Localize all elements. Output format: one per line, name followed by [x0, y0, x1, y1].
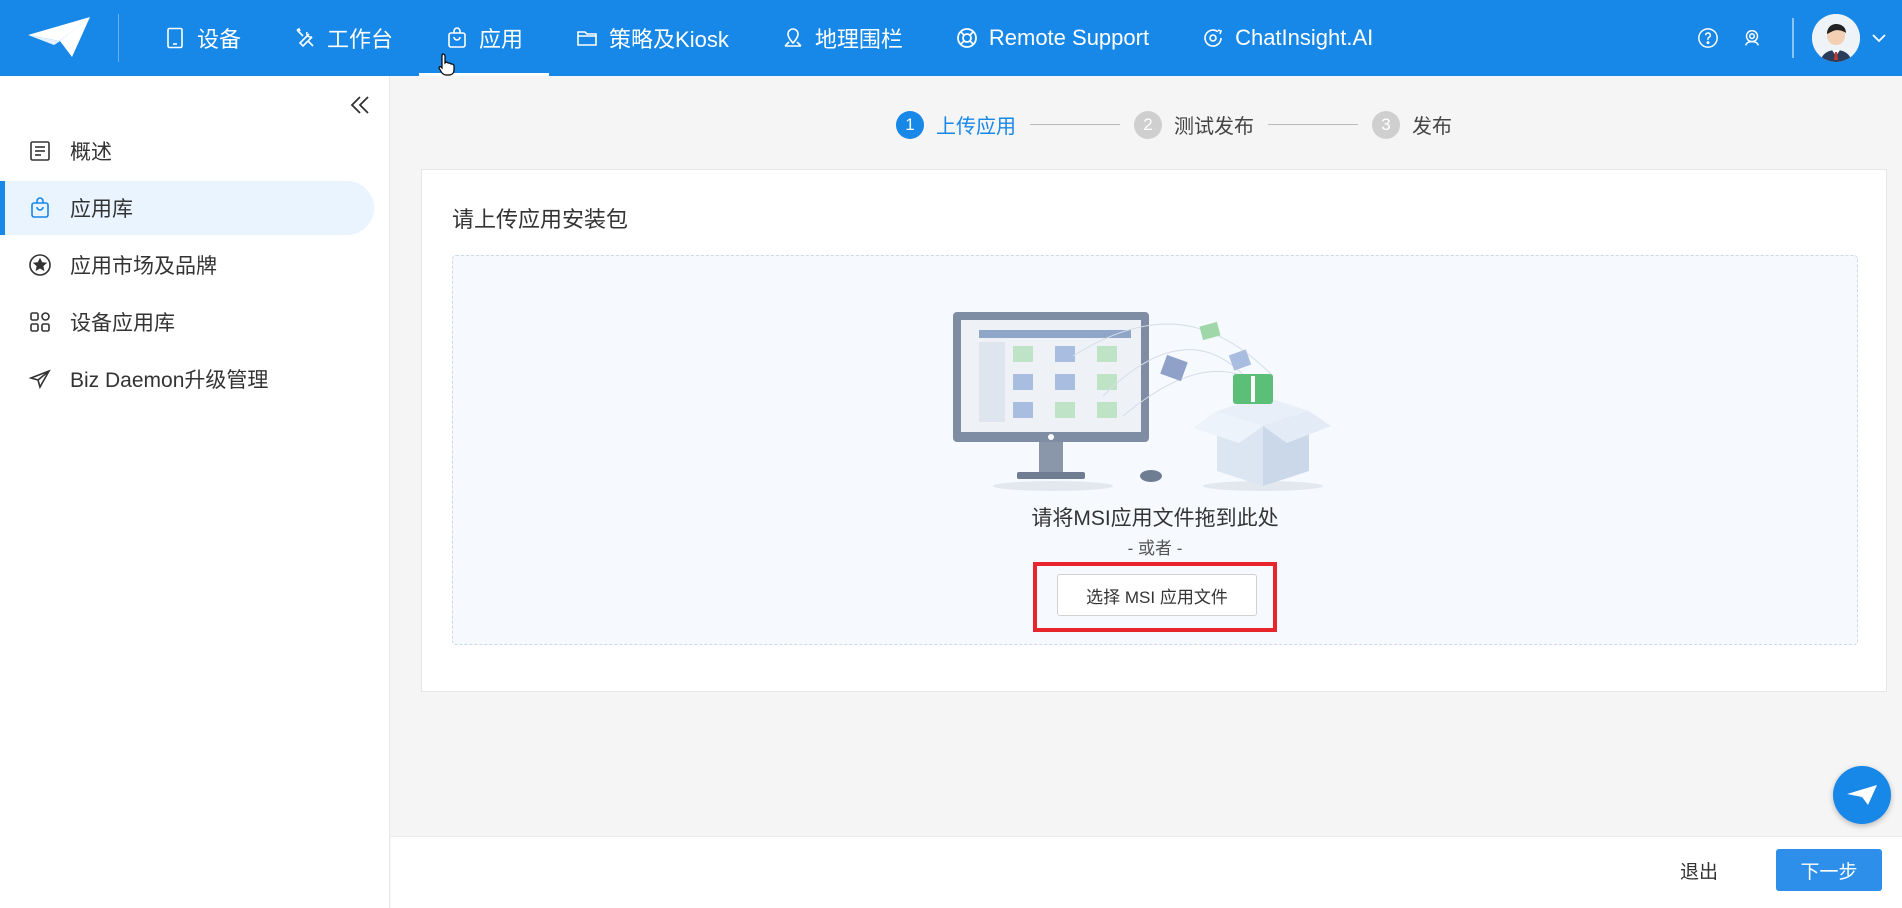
- nav-workbench[interactable]: 工作台: [267, 0, 419, 76]
- sidebar-item-overview[interactable]: 概述: [0, 124, 374, 178]
- sidebar-item-label: 应用库: [70, 198, 133, 221]
- collapse-sidebar-button[interactable]: [345, 90, 375, 120]
- avatar-person-icon: [1812, 14, 1860, 62]
- user-avatar[interactable]: [1812, 14, 1860, 62]
- choose-msi-file-button[interactable]: 选择 MSI 应用文件: [1057, 574, 1257, 616]
- support-button[interactable]: [1730, 16, 1774, 60]
- send-icon: [28, 369, 51, 390]
- upload-title: 请上传应用安装包: [452, 207, 629, 232]
- nav-label: 工作台: [327, 27, 394, 52]
- user-menu-chevron[interactable]: [1868, 27, 1890, 49]
- sidebar: 概述 应用库 应用市场及品牌 设备应用库 Biz Daemon升级管理: [0, 76, 390, 908]
- nav-policy-kiosk[interactable]: 策略及Kiosk: [549, 0, 755, 76]
- double-chevron-left-icon: [350, 96, 369, 114]
- upload-illustration-icon: [953, 312, 1331, 491]
- floating-assistant-button[interactable]: [1833, 766, 1891, 824]
- paper-plane-icon: [1847, 785, 1877, 805]
- logo[interactable]: [0, 0, 118, 76]
- sidebar-item-label: 概述: [70, 141, 112, 164]
- main-nav: 设备 工作台 应用 策略及Kiosk 地理围栏 Remote Support C…: [137, 0, 1399, 76]
- nav-label: Remote Support: [988, 25, 1150, 50]
- step-label: 测试发布: [1174, 116, 1254, 138]
- apps-grid-icon: [30, 312, 50, 332]
- bag-icon: [31, 197, 49, 218]
- ai-chat-icon: [1204, 29, 1223, 47]
- nav-label: 设备: [197, 27, 242, 52]
- step-number: 1: [896, 110, 924, 139]
- sidebar-item-label: 应用市场及品牌: [70, 255, 217, 278]
- step-label: 上传应用: [936, 116, 1016, 138]
- top-right-tools: [1686, 0, 1902, 76]
- star-circle-icon: [29, 254, 51, 276]
- lifebuoy-icon: [956, 28, 977, 48]
- sidebar-menu: 概述 应用库 应用市场及品牌 设备应用库 Biz Daemon升级管理: [0, 124, 390, 409]
- sidebar-item-label: Biz Daemon升级管理: [70, 369, 269, 392]
- folder-icon: [577, 31, 597, 46]
- sidebar-item-biz-daemon[interactable]: Biz Daemon升级管理: [0, 352, 374, 406]
- file-dropzone[interactable]: 请将MSI应用文件拖到此处 - 或者 - 选择 MSI 应用文件: [452, 255, 1858, 645]
- overview-icon: [30, 141, 50, 161]
- step-number: 2: [1134, 110, 1162, 139]
- chevron-down-icon: [1872, 34, 1886, 43]
- sidebar-item-label: 设备应用库: [70, 312, 175, 335]
- upload-card: 请上传应用安装包 请将MSI应用文件拖到此处 - 或者 - 选择 MSI 应用文…: [421, 169, 1887, 692]
- step-connector: [1268, 124, 1358, 125]
- logo-divider: [118, 14, 119, 62]
- progress-steps: 1 上传应用 2 测试发布 3 发布: [896, 110, 1452, 139]
- sidebar-item-app-library[interactable]: 应用库: [0, 181, 374, 235]
- help-icon: [1698, 28, 1718, 48]
- bag-icon: [448, 27, 466, 48]
- top-navbar: 设备 工作台 应用 策略及Kiosk 地理围栏 Remote Support C…: [0, 0, 1902, 76]
- help-button[interactable]: [1686, 16, 1730, 60]
- step-number: 3: [1372, 110, 1400, 139]
- step-release: 3 发布: [1372, 110, 1452, 139]
- top-separator: [1792, 18, 1794, 58]
- tools-icon: [296, 27, 314, 48]
- drop-instruction: 请将MSI应用文件拖到此处: [1031, 507, 1279, 530]
- nav-chatinsight[interactable]: ChatInsight.AI: [1175, 0, 1399, 76]
- paper-plane-logo-icon: [28, 17, 90, 57]
- step-upload: 1 上传应用: [896, 110, 1016, 139]
- footer-bar: 退出 下一步: [391, 836, 1902, 908]
- or-separator: - 或者 -: [1127, 539, 1183, 558]
- nav-geofence[interactable]: 地理围栏: [755, 0, 929, 76]
- tablet-icon: [167, 27, 183, 49]
- nav-label: 地理围栏: [814, 27, 903, 52]
- exit-button[interactable]: 退出: [1680, 857, 1718, 884]
- sidebar-item-device-app-library[interactable]: 设备应用库: [0, 295, 374, 349]
- next-step-button[interactable]: 下一步: [1776, 849, 1882, 891]
- nav-label: 策略及Kiosk: [609, 27, 729, 52]
- map-icon: [784, 28, 802, 47]
- nav-label: ChatInsight.AI: [1235, 25, 1374, 50]
- step-test-release: 2 测试发布: [1134, 110, 1254, 139]
- hand-cursor-icon: [438, 53, 455, 76]
- nav-devices[interactable]: 设备: [137, 0, 267, 76]
- step-label: 发布: [1412, 116, 1452, 138]
- nav-label: 应用: [479, 27, 524, 52]
- sidebar-item-app-market-brand[interactable]: 应用市场及品牌: [0, 238, 374, 292]
- nav-remote-support[interactable]: Remote Support: [929, 0, 1175, 76]
- step-connector: [1030, 124, 1120, 125]
- support-agent-icon: [1744, 29, 1760, 46]
